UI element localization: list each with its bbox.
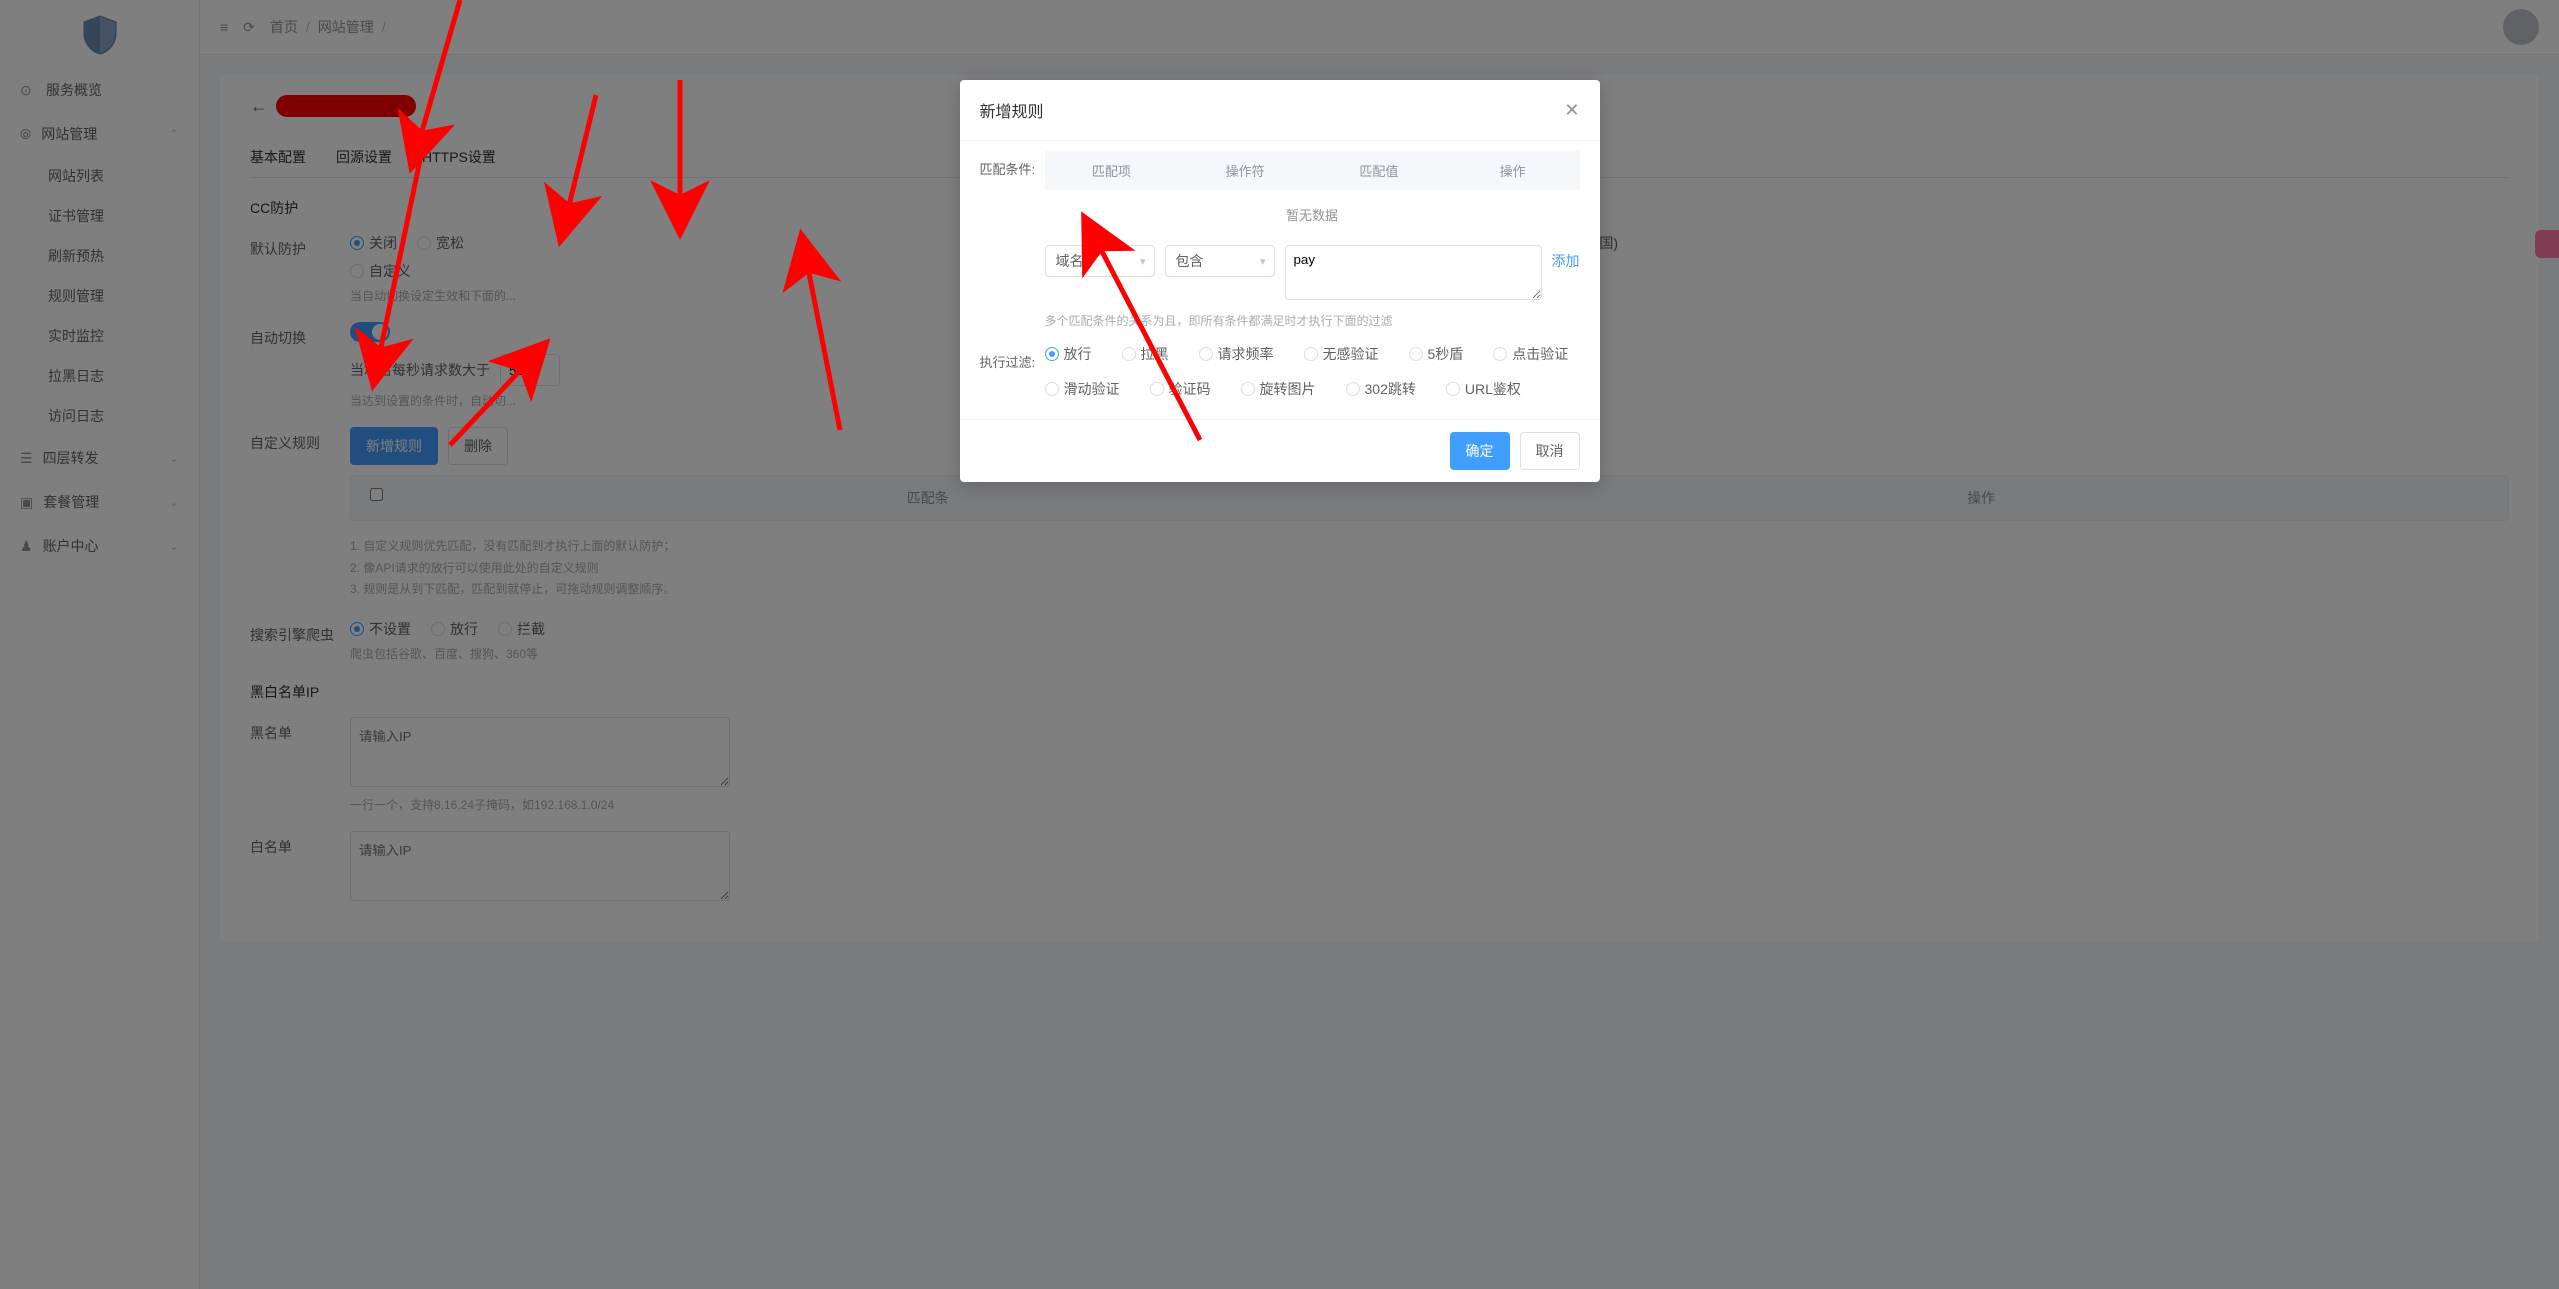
radio-label: 无感验证 bbox=[1323, 344, 1379, 364]
filter-302[interactable]: 302跳转 bbox=[1346, 379, 1416, 399]
filter-click[interactable]: 点击验证 bbox=[1493, 344, 1568, 364]
filter-slide[interactable]: 滑动验证 bbox=[1045, 379, 1120, 399]
radio-label: 滑动验证 bbox=[1064, 379, 1120, 399]
radio-label: 请求频率 bbox=[1218, 344, 1274, 364]
col-op: 操作符 bbox=[1178, 151, 1312, 190]
close-icon[interactable]: ✕ bbox=[1564, 100, 1579, 121]
modal-title: 新增规则 bbox=[980, 98, 1044, 122]
filter-label: 执行过滤: bbox=[980, 344, 1045, 371]
radio-label: 302跳转 bbox=[1365, 379, 1416, 399]
col-item: 匹配项 bbox=[1045, 151, 1179, 190]
col-act: 操作 bbox=[1446, 151, 1580, 190]
cond-empty: 暂无数据 bbox=[1045, 190, 1580, 239]
col-val: 匹配值 bbox=[1312, 151, 1446, 190]
cond-hint: 多个匹配条件的关系为且，即所有条件都满足时才执行下面的过滤 bbox=[1045, 312, 1580, 329]
cond-label: 匹配条件: bbox=[980, 151, 1045, 239]
match-item-select[interactable]: 域名 bbox=[1045, 245, 1155, 277]
new-rule-modal: 新增规则 ✕ 匹配条件: 匹配项 操作符 匹配值 操作 暂无数据 域名 包含 p… bbox=[960, 80, 1600, 482]
radio-label: URL鉴权 bbox=[1465, 379, 1521, 399]
filter-nosense[interactable]: 无感验证 bbox=[1304, 344, 1379, 364]
select-value: 包含 bbox=[1176, 251, 1204, 271]
filter-rotate[interactable]: 旋转图片 bbox=[1241, 379, 1316, 399]
select-value: 域名 bbox=[1056, 251, 1084, 271]
filter-block[interactable]: 拉黑 bbox=[1122, 344, 1169, 364]
radio-label: 点击验证 bbox=[1512, 344, 1568, 364]
add-condition-link[interactable]: 添加 bbox=[1552, 245, 1580, 271]
radio-label: 验证码 bbox=[1169, 379, 1211, 399]
match-value-input[interactable]: pay bbox=[1285, 245, 1542, 300]
filter-allow[interactable]: 放行 bbox=[1045, 344, 1092, 364]
filter-captcha[interactable]: 验证码 bbox=[1150, 379, 1211, 399]
filter-5s[interactable]: 5秒盾 bbox=[1409, 344, 1464, 364]
confirm-button[interactable]: 确定 bbox=[1450, 432, 1510, 470]
filter-rate[interactable]: 请求频率 bbox=[1199, 344, 1274, 364]
radio-label: 放行 bbox=[1064, 344, 1092, 364]
radio-label: 旋转图片 bbox=[1260, 379, 1316, 399]
radio-label: 5秒盾 bbox=[1428, 344, 1464, 364]
operator-select[interactable]: 包含 bbox=[1165, 245, 1275, 277]
filter-urlauth[interactable]: URL鉴权 bbox=[1446, 379, 1521, 399]
cancel-button[interactable]: 取消 bbox=[1520, 432, 1580, 470]
radio-label: 拉黑 bbox=[1141, 344, 1169, 364]
